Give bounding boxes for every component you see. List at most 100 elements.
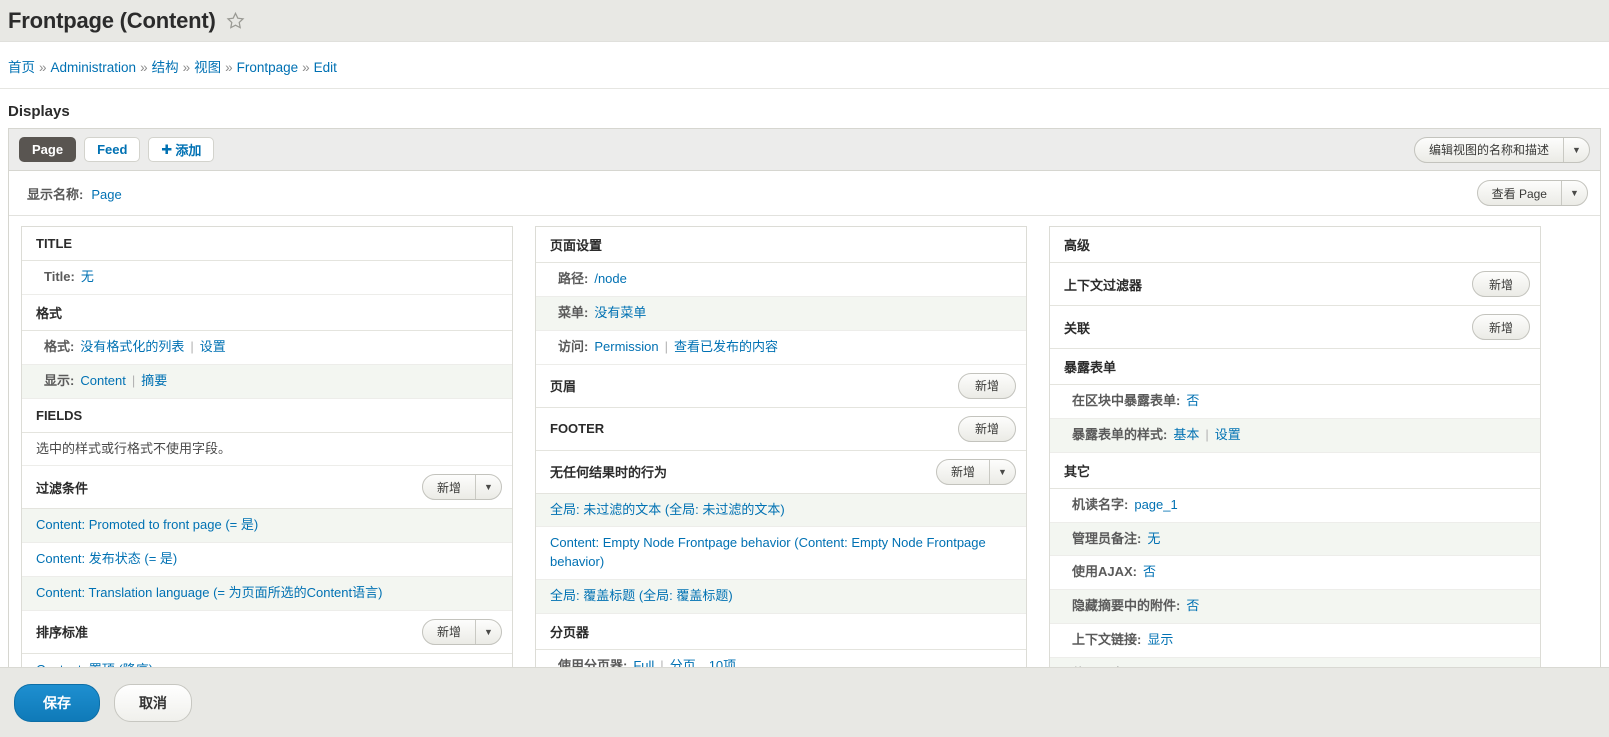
section-header: 上下文过滤器 新增 bbox=[1050, 263, 1540, 306]
add-button[interactable]: 新增 ▼ bbox=[421, 474, 502, 501]
breadcrumb-separator: » bbox=[39, 60, 47, 75]
add-display-button[interactable]: ✚ 添加 bbox=[148, 137, 215, 162]
section-title: 无任何结果时的行为 bbox=[550, 465, 668, 481]
setting-label: 菜单: bbox=[558, 304, 589, 320]
section-link[interactable]: 全局: 未过滤的文本 (全局: 未过滤的文本) bbox=[550, 502, 785, 517]
display-tab-page[interactable]: Page bbox=[19, 137, 77, 162]
section-title: FOOTER bbox=[550, 421, 605, 437]
section-header: 页面设置 bbox=[536, 227, 1026, 263]
breadcrumb-separator: » bbox=[302, 60, 310, 75]
setting-value[interactable]: Permission bbox=[594, 339, 658, 354]
value-separator: | bbox=[1205, 426, 1209, 442]
add-button[interactable]: 新增 ▼ bbox=[421, 618, 502, 645]
value-separator: | bbox=[131, 372, 136, 388]
setting-value[interactable]: page_1 bbox=[1134, 497, 1177, 512]
breadcrumb-item-2[interactable]: 结构 bbox=[152, 60, 179, 75]
setting-row: 上下文链接: 显示 bbox=[1050, 624, 1540, 658]
edit-view-name-description-button[interactable]: 编辑视图的名称和描述 ▼ bbox=[1413, 136, 1590, 163]
display-name-row: 显示名称: Page bbox=[27, 184, 122, 203]
section-link[interactable]: Content: Empty Node Frontpage behavior (… bbox=[550, 535, 986, 569]
section-link[interactable]: Content: Translation language (= 为页面所选的C… bbox=[36, 585, 382, 600]
setting-label: 暴露表单的样式: bbox=[1072, 426, 1168, 442]
setting-label: 访问: bbox=[558, 338, 589, 354]
section-link[interactable]: 全局: 覆盖标题 (全局: 覆盖标题) bbox=[550, 588, 733, 603]
cancel-button[interactable]: 取消 bbox=[114, 683, 192, 722]
chevron-down-icon[interactable]: ▼ bbox=[1563, 137, 1589, 162]
setting-value[interactable]: /node bbox=[594, 271, 627, 286]
add-button[interactable]: 新增 bbox=[1471, 271, 1530, 297]
section-header: 页眉 新增 bbox=[536, 364, 1026, 408]
setting-value[interactable]: 无 bbox=[81, 269, 94, 284]
section-note: 选中的样式或行格式不使用字段。 bbox=[22, 432, 512, 467]
section-link[interactable]: Content: 发布状态 (= 是) bbox=[36, 551, 177, 566]
section-header: 分页器 bbox=[536, 613, 1026, 650]
value-separator: | bbox=[664, 338, 669, 354]
setting-value[interactable]: 否 bbox=[1143, 564, 1156, 579]
section-link-row: Content: Translation language (= 为页面所选的C… bbox=[22, 577, 512, 611]
display-tabs: Page Feed ✚ 添加 bbox=[19, 137, 215, 162]
setting-label: 管理员备注: bbox=[1072, 530, 1142, 546]
chevron-down-icon[interactable]: ▼ bbox=[1561, 181, 1587, 205]
setting-value[interactable]: 否 bbox=[1186, 598, 1199, 613]
value-separator: | bbox=[190, 338, 194, 354]
setting-row: 菜单: 没有菜单 bbox=[536, 296, 1026, 331]
plus-icon: ✚ bbox=[161, 141, 173, 157]
star-outline-icon[interactable] bbox=[226, 11, 245, 30]
setting-value[interactable]: 否 bbox=[1186, 393, 1199, 408]
display-name-value[interactable]: Page bbox=[91, 187, 121, 202]
add-display-label: 添加 bbox=[175, 143, 202, 158]
breadcrumb-separator: » bbox=[182, 60, 191, 75]
display-columns: TITLE Title: 无格式 格式: 没有格式化的列表 | 设置 显示: Content | 摘… bbox=[9, 216, 1600, 737]
section-title: 暴露表单 bbox=[1064, 360, 1117, 375]
section-header: FOOTER 新增 bbox=[536, 407, 1026, 451]
chevron-down-icon[interactable]: ▼ bbox=[475, 619, 501, 644]
section-header: 暴露表单 bbox=[1050, 349, 1540, 385]
setting-label: 隐藏摘要中的附件: bbox=[1072, 598, 1181, 614]
add-button-label: 新增 bbox=[950, 465, 975, 480]
section-title: FIELDS bbox=[36, 407, 83, 423]
column-middle: 页面设置 路径: /node 菜单: 没有菜单 访问: Permission | 查看已发布的内… bbox=[535, 226, 1027, 737]
setting-value-secondary[interactable]: 设置 bbox=[1215, 427, 1241, 442]
section-header: 无任何结果时的行为 新增 ▼ bbox=[536, 450, 1026, 494]
display-tab-feed[interactable]: Feed bbox=[84, 137, 141, 162]
breadcrumb-item-5[interactable]: Edit bbox=[314, 60, 337, 75]
add-button-label: 新增 bbox=[1488, 320, 1513, 335]
setting-label: 机读名字: bbox=[1072, 496, 1129, 512]
chevron-down-icon[interactable]: ▼ bbox=[989, 459, 1015, 484]
breadcrumb-item-0[interactable]: 首页 bbox=[8, 60, 35, 75]
setting-row: 显示: Content | 摘要 bbox=[22, 364, 512, 399]
setting-value-secondary[interactable]: 查看已发布的内容 bbox=[674, 339, 778, 354]
section-header: TITLE bbox=[22, 227, 512, 261]
section-link[interactable]: Content: Promoted to front page (= 是) bbox=[36, 517, 258, 532]
section-link-row: Content: 发布状态 (= 是) bbox=[22, 543, 512, 578]
breadcrumb-item-1[interactable]: Administration bbox=[51, 60, 137, 75]
section-header: 格式 bbox=[22, 294, 512, 331]
setting-value-secondary[interactable]: 摘要 bbox=[141, 373, 167, 388]
views-edit-panel: Page Feed ✚ 添加 编辑视图的名称和描述 ▼ 显示名称: Page 查看 Pa… bbox=[8, 128, 1601, 737]
setting-row: 暴露表单的样式: 基本 | 设置 bbox=[1050, 418, 1540, 453]
section-title: TITLE bbox=[36, 236, 73, 251]
section-title: 关联 bbox=[1064, 320, 1091, 336]
chevron-down-icon[interactable]: ▼ bbox=[475, 475, 501, 500]
setting-row: 管理员备注: 无 bbox=[1050, 522, 1540, 557]
setting-row: Title: 无 bbox=[22, 261, 512, 295]
add-button[interactable]: 新增 bbox=[957, 372, 1016, 399]
setting-label: 格式: bbox=[44, 338, 75, 354]
save-button[interactable]: 保存 bbox=[14, 683, 100, 722]
setting-value-secondary[interactable]: 设置 bbox=[200, 339, 226, 354]
setting-value[interactable]: Content bbox=[80, 373, 126, 388]
add-button[interactable]: 新增 bbox=[957, 415, 1016, 442]
breadcrumb-item-4[interactable]: Frontpage bbox=[237, 60, 299, 75]
setting-value[interactable]: 基本 bbox=[1173, 427, 1199, 442]
setting-value[interactable]: 没有格式化的列表 bbox=[80, 339, 184, 354]
setting-value[interactable]: 没有菜单 bbox=[594, 305, 646, 320]
section-title: 高级 bbox=[1064, 238, 1091, 253]
view-page-button[interactable]: 查看 Page ▼ bbox=[1476, 180, 1588, 206]
setting-value[interactable]: 显示 bbox=[1147, 632, 1173, 647]
add-button[interactable]: 新增 ▼ bbox=[935, 458, 1016, 485]
setting-value[interactable]: 无 bbox=[1147, 531, 1160, 546]
setting-row: 隐藏摘要中的附件: 否 bbox=[1050, 590, 1540, 625]
setting-row: 在区块中暴露表单: 否 bbox=[1050, 385, 1540, 419]
add-button[interactable]: 新增 bbox=[1471, 314, 1530, 340]
breadcrumb-item-3[interactable]: 视图 bbox=[194, 60, 221, 75]
